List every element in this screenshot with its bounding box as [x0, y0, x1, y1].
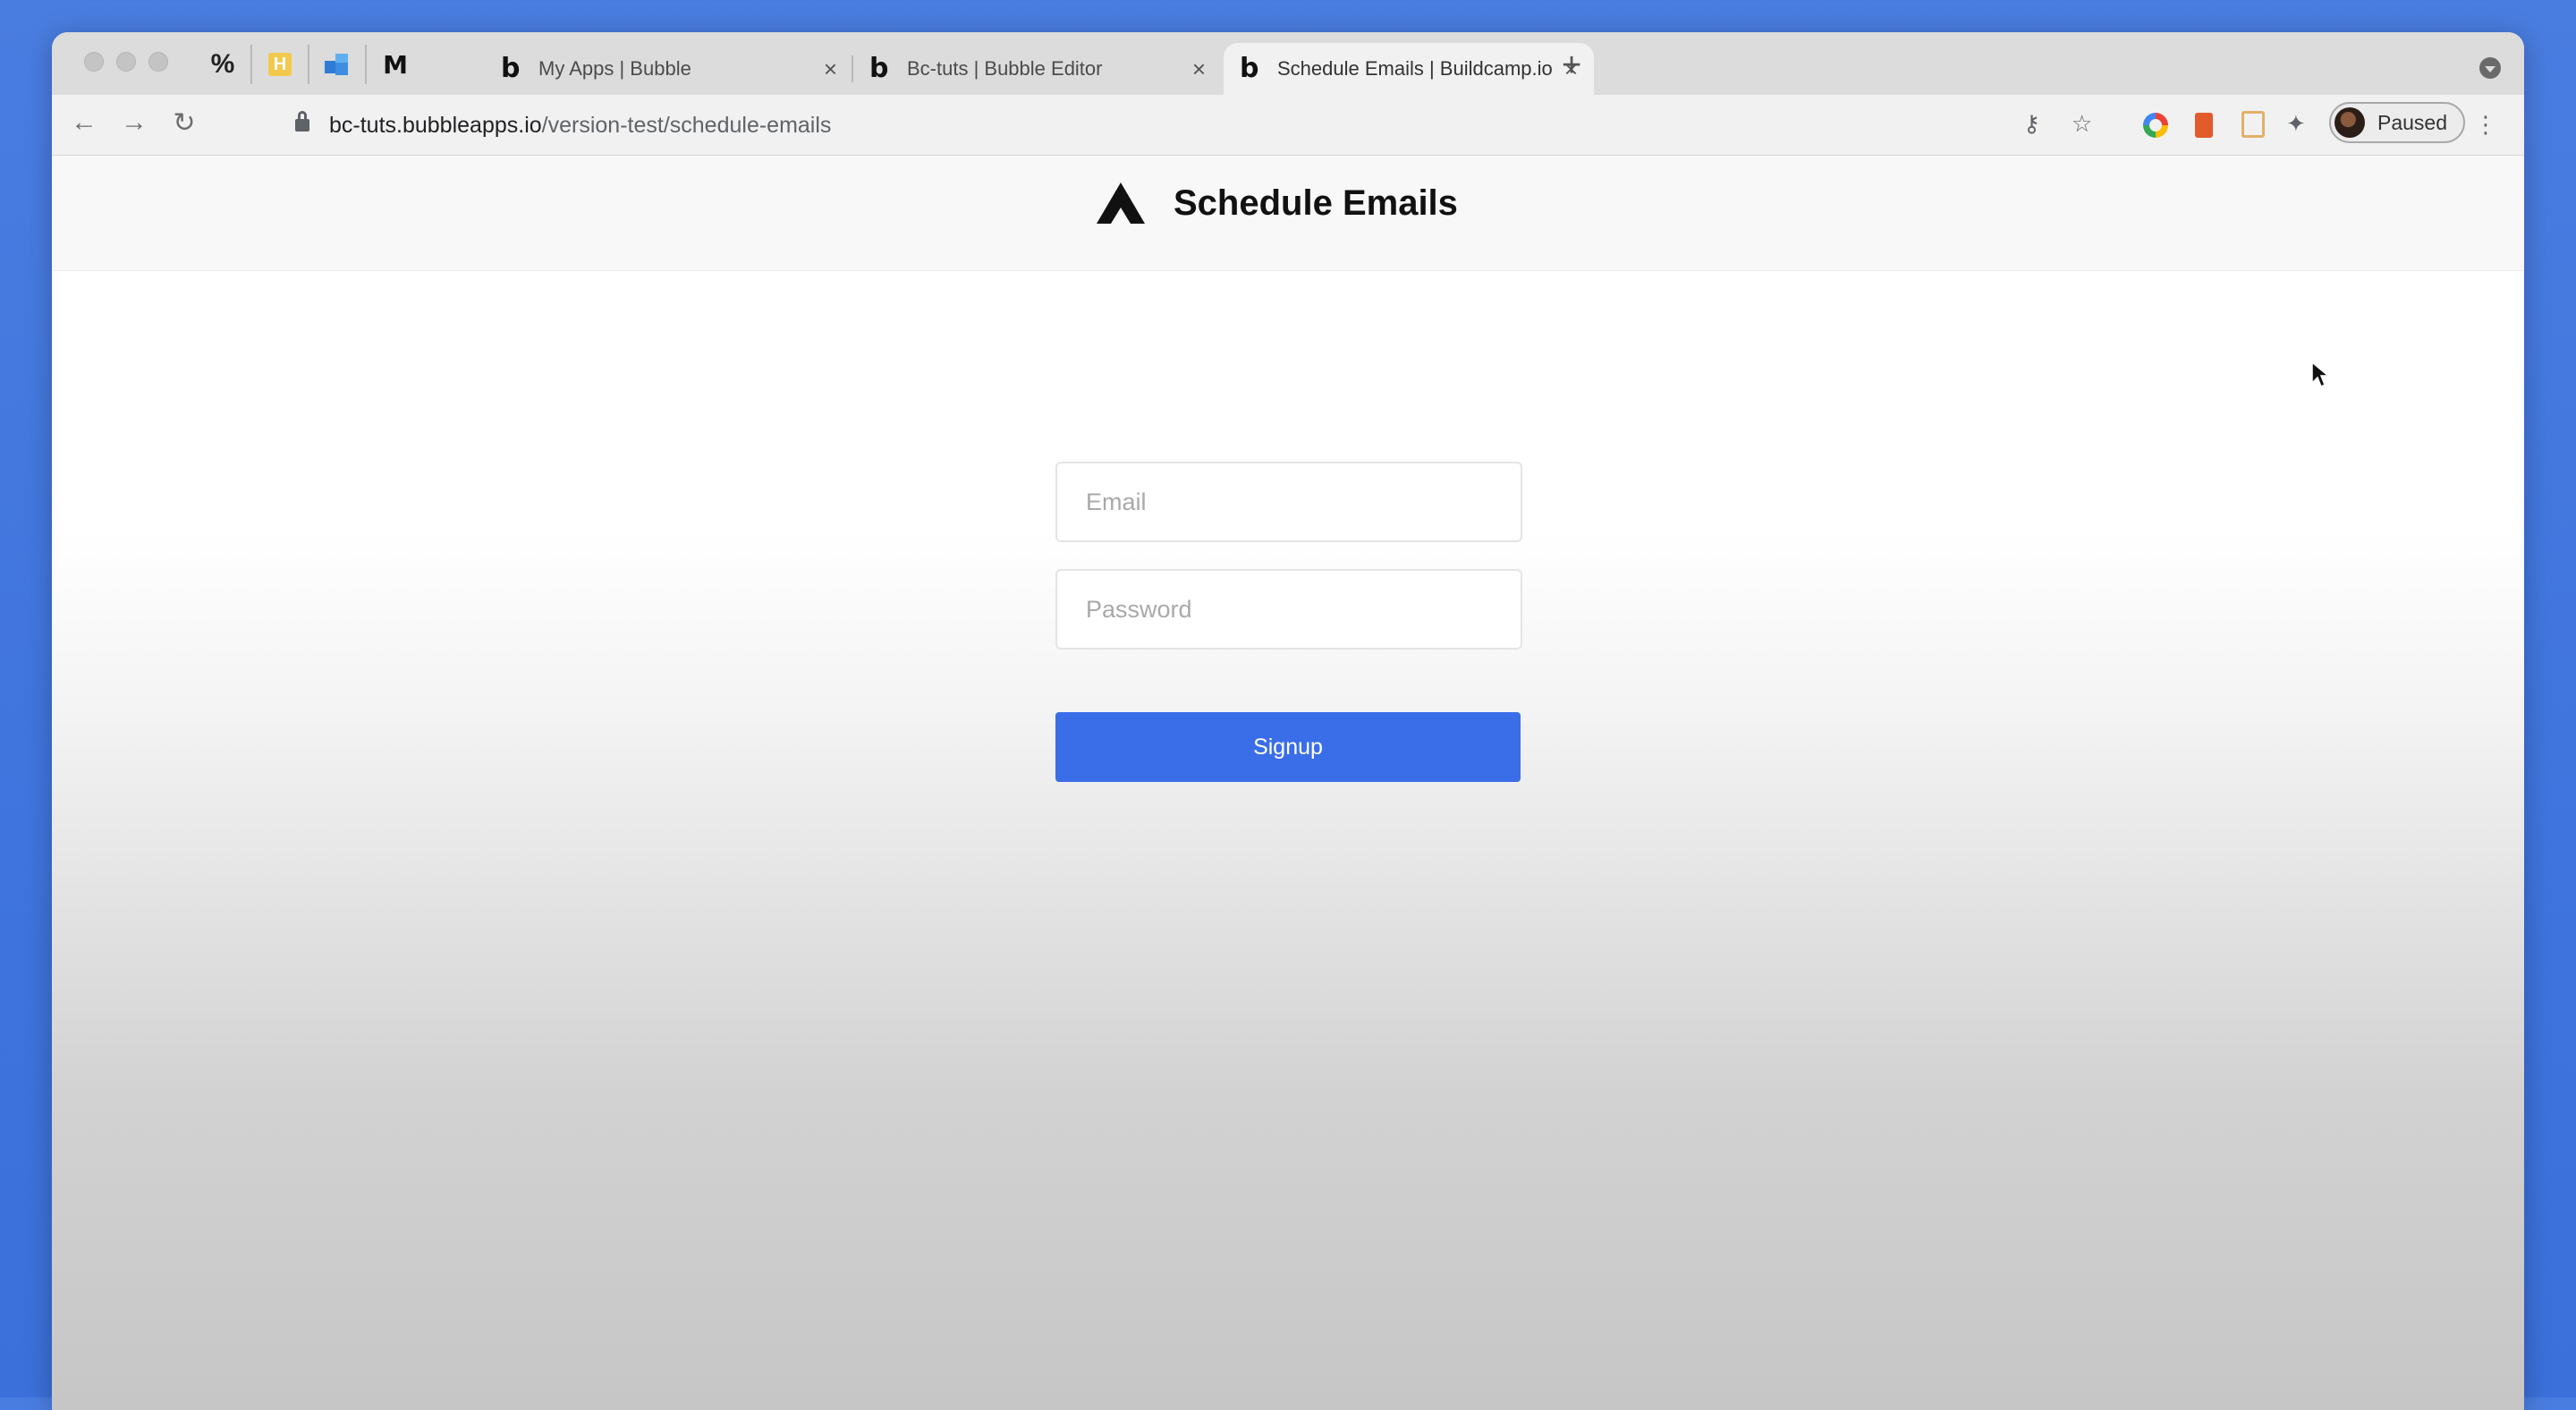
avatar — [2334, 107, 2365, 138]
percent-icon: % — [210, 49, 235, 79]
profile-button[interactable]: Paused — [2329, 102, 2465, 143]
browser-toolbar: ← → ↻ bc-tuts.bubbleapps.io/version-test… — [52, 95, 2524, 156]
star-bookmark-icon[interactable]: ☆ — [2072, 110, 2092, 138]
pinned-tab-h[interactable]: H — [252, 45, 309, 84]
signup-button[interactable]: Signup — [1055, 712, 1521, 782]
pinned-tab-percent[interactable]: % — [195, 45, 252, 84]
tab-title: My Apps | Bubble — [538, 57, 691, 80]
tab-schedule-emails[interactable]: b Schedule Emails | Buildcamp.io × — [1224, 43, 1594, 95]
forward-arrow-icon[interactable]: → — [116, 107, 152, 138]
pinned-tab-blocks[interactable] — [309, 45, 367, 84]
lock-extension-icon[interactable] — [2195, 113, 2213, 138]
tab-title: Bc-tuts | Bubble Editor — [907, 57, 1103, 80]
blocks-app-icon — [325, 54, 350, 75]
bubble-favicon-icon: b — [501, 53, 521, 84]
password-field[interactable] — [1055, 569, 1522, 650]
mouse-cursor-icon — [2311, 361, 2329, 388]
new-tab-button[interactable]: + — [1562, 47, 1581, 85]
back-arrow-icon[interactable]: ← — [66, 107, 102, 138]
tab-search-icon[interactable] — [2479, 57, 2501, 79]
url-host: bc-tuts.bubbleapps.io — [329, 112, 542, 138]
reload-icon[interactable]: ↻ — [166, 107, 202, 139]
page-title: Schedule Emails — [1174, 183, 1458, 223]
bubble-favicon-icon: b — [869, 53, 889, 84]
key-icon[interactable]: ⚷ — [2023, 110, 2040, 138]
h-app-icon: H — [268, 53, 292, 76]
tab-bubble-editor[interactable]: b Bc-tuts | Bubble Editor × — [853, 43, 1222, 95]
address-bar[interactable]: bc-tuts.bubbleapps.io/version-test/sched… — [220, 104, 2134, 147]
brand: Schedule Emails — [1097, 183, 1458, 224]
m-app-icon: M — [383, 49, 408, 80]
window-controls — [84, 52, 168, 72]
email-field[interactable] — [1055, 462, 1522, 542]
page-header: Schedule Emails — [52, 156, 2524, 271]
url-path: /version-test/schedule-emails — [541, 112, 832, 138]
document-extension-icon[interactable] — [2241, 111, 2265, 138]
tab-title: Schedule Emails | Buildcamp.io — [1277, 57, 1553, 80]
pinned-tabs: % H M — [195, 45, 424, 84]
close-window-button[interactable] — [84, 52, 104, 72]
page-content: Schedule Emails Signup — [52, 156, 2524, 1410]
bubble-favicon-icon: b — [1240, 53, 1259, 84]
close-tab-icon[interactable]: × — [824, 55, 837, 83]
tab-my-apps[interactable]: b My Apps | Bubble × — [485, 43, 853, 95]
puzzle-extensions-icon[interactable]: ✦ — [2286, 110, 2306, 138]
zoom-window-button[interactable] — [148, 52, 168, 72]
browser-window: % H M b My Apps | Bubble × b Bc-tuts | B… — [52, 32, 2524, 1410]
color-extension-icon[interactable] — [2143, 113, 2168, 138]
lock-icon — [295, 111, 309, 132]
buildcamp-logo-icon — [1097, 183, 1145, 224]
tab-strip: % H M b My Apps | Bubble × b Bc-tuts | B… — [52, 32, 2524, 95]
more-menu-icon[interactable]: ⋮ — [2474, 111, 2497, 139]
profile-status: Paused — [2377, 110, 2448, 134]
close-tab-icon[interactable]: × — [1192, 55, 1206, 83]
minimize-window-button[interactable] — [116, 52, 136, 72]
pinned-tab-m[interactable]: M — [367, 45, 424, 84]
